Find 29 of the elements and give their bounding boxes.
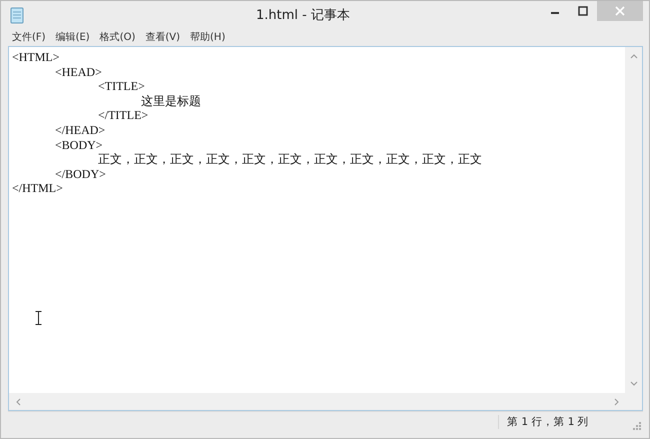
- document-line: </HEAD>: [55, 122, 106, 137]
- window-title: 1.html - 记事本: [256, 7, 350, 24]
- notepad-icon: [9, 6, 25, 24]
- document-line: 这里是标题: [141, 94, 201, 108]
- resize-grip-icon[interactable]: [633, 422, 641, 430]
- scroll-up-icon[interactable]: [630, 53, 638, 59]
- menu-item[interactable]: 帮助(H): [185, 30, 230, 44]
- scroll-left-icon[interactable]: [15, 398, 21, 406]
- cursor-position: 第 1 行，第 1 列: [498, 415, 589, 429]
- maximize-icon: [578, 6, 588, 16]
- menu-item[interactable]: 编辑(E): [50, 30, 95, 44]
- menu-item[interactable]: 查看(V): [140, 30, 186, 44]
- menu-item[interactable]: 格式(O): [94, 30, 140, 44]
- document-line: </BODY>: [55, 166, 106, 181]
- document-line: <TITLE>: [98, 79, 145, 94]
- horizontal-scrollbar[interactable]: [9, 393, 642, 410]
- text-cursor-icon: [35, 311, 42, 325]
- scroll-right-icon[interactable]: [614, 398, 620, 406]
- close-icon: [615, 6, 625, 16]
- document-line: <BODY>: [55, 138, 103, 152]
- document-line: </TITLE>: [98, 108, 148, 122]
- menu-item[interactable]: 文件(F): [7, 30, 51, 44]
- document-line: <HEAD>: [55, 64, 102, 79]
- text-editor[interactable]: <HTML> <HEAD> <TITLE> 这里是标题 </TITLE> </HEAD> <BODY> 正文，正文，正文，正文，正文，正文，正文，正文，正文，正文，正文 </BODY> </HTML>: [8, 46, 643, 411]
- document-line: 正文，正文，正文，正文，正文，正文，正文，正文，正文，正文，正文: [98, 152, 482, 166]
- vertical-scrollbar[interactable]: [625, 47, 642, 393]
- document-line: <HTML>: [12, 50, 60, 64]
- document-line: </HTML>: [12, 181, 63, 196]
- scroll-down-icon[interactable]: [630, 381, 638, 387]
